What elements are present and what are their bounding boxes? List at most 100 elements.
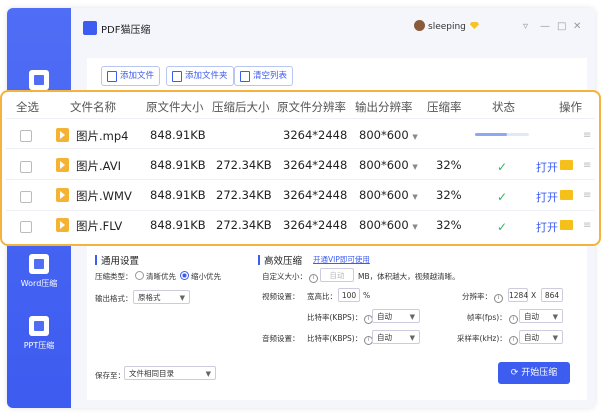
header-ratio: 压缩率 xyxy=(427,100,462,114)
radio-clear-first[interactable]: 清晰优先 xyxy=(135,271,176,282)
folder-icon[interactable] xyxy=(560,160,573,170)
sample-rate-label: 采样率(kHz)： i xyxy=(457,333,520,345)
audio-settings-label: 音频设置： xyxy=(262,334,300,343)
select-all-header[interactable]: 全选 xyxy=(16,99,39,115)
advanced-title-text: 高效压缩 xyxy=(264,256,303,267)
save-to-label: 保存至： xyxy=(95,371,125,380)
row-checkbox[interactable] xyxy=(20,191,32,203)
comp-size: 272.34KB xyxy=(216,218,272,232)
sidebar-item-ppt[interactable]: PPT压缩 xyxy=(7,316,71,351)
sidebar-item-label: Word压缩 xyxy=(20,279,58,288)
row-checkbox[interactable] xyxy=(20,221,32,233)
resolution-width-input[interactable]: 1284 xyxy=(508,288,528,302)
resolution-x: X xyxy=(531,291,537,300)
row-divider xyxy=(6,210,595,211)
drag-handle-icon[interactable]: ≡ xyxy=(583,220,591,231)
folder-icon[interactable] xyxy=(560,190,573,200)
chevron-down-icon: ▼ xyxy=(412,163,418,171)
custom-size-input[interactable]: 自动 xyxy=(320,268,354,282)
add-folder-icon xyxy=(172,71,182,82)
file-name: 图片.WMV xyxy=(76,189,132,203)
select-value: 自动 xyxy=(377,312,392,321)
dropdown-menu-icon[interactable]: ▿ xyxy=(523,21,528,32)
refresh-icon: ⟳ xyxy=(510,368,519,378)
save-to-select[interactable]: 文件相同目录 ▼ xyxy=(124,366,216,380)
section-bar xyxy=(95,255,97,265)
orig-res: 3264*2448 xyxy=(283,128,348,142)
minimize-icon[interactable]: — xyxy=(540,21,550,32)
select-value: 原格式 xyxy=(138,293,161,302)
title-bar: PDF猫压缩 sleeping ▿ — □ ✕ xyxy=(71,8,595,48)
orig-size: 848.91KB xyxy=(150,158,206,172)
out-res-select[interactable]: 800*600 ▼ xyxy=(359,218,418,232)
vip-link[interactable]: 开通VIP即可使用 xyxy=(313,254,370,265)
label-text: 比特率(KBPS)： xyxy=(307,334,363,343)
info-icon[interactable]: i xyxy=(508,315,518,324)
add-folder-button[interactable]: 添加文件夹 xyxy=(166,66,234,86)
drag-handle-icon[interactable]: ≡ xyxy=(583,190,591,201)
app-logo-icon xyxy=(83,21,97,35)
custom-size-hint: MB，体积越大，视频越清晰。 xyxy=(358,272,460,281)
maximize-icon[interactable]: □ xyxy=(557,21,566,32)
radio-selected-icon xyxy=(180,271,189,280)
close-icon[interactable]: ✕ xyxy=(573,21,581,32)
orig-res: 3264*2448 xyxy=(283,218,348,232)
out-res-select[interactable]: 800*600 ▼ xyxy=(359,128,418,142)
info-icon[interactable]: i xyxy=(309,274,318,283)
orig-size: 848.91KB xyxy=(150,188,206,202)
general-settings-title: 通用设置 xyxy=(95,253,139,267)
info-icon[interactable]: i xyxy=(494,294,503,303)
clear-list-button[interactable]: 清空列表 xyxy=(234,66,294,86)
out-res-value: 800*600 xyxy=(359,158,409,172)
ratio: 32% xyxy=(436,188,462,202)
add-file-button[interactable]: 添加文件 xyxy=(101,66,161,86)
bitrate-select[interactable]: 自动 ▼ xyxy=(372,309,420,323)
width-ratio-input[interactable]: 100 xyxy=(338,288,360,302)
open-link[interactable]: 打开 xyxy=(536,219,558,235)
open-link[interactable]: 打开 xyxy=(536,189,558,205)
header-orig-res: 原文件分辨率 xyxy=(277,100,346,114)
open-link[interactable]: 打开 xyxy=(536,159,558,175)
chevron-down-icon: ▼ xyxy=(552,313,558,321)
label-text: 比特率(KBPS)： xyxy=(307,313,363,322)
drag-handle-icon[interactable]: ≡ xyxy=(583,130,591,141)
sample-rate-select[interactable]: 自动 ▼ xyxy=(519,330,563,344)
out-res-value: 800*600 xyxy=(359,128,409,142)
label-text: 分辨率： xyxy=(462,292,492,301)
file-name: 图片.FLV xyxy=(76,219,123,233)
ppt-compress-icon xyxy=(29,316,49,336)
file-name: 图片.mp4 xyxy=(76,129,129,143)
chevron-down-icon: ▼ xyxy=(409,334,415,342)
folder-icon[interactable] xyxy=(560,220,573,230)
user-info[interactable]: sleeping xyxy=(414,20,479,32)
file-name: 图片.AVI xyxy=(76,159,122,173)
chevron-down-icon: ▼ xyxy=(552,334,558,342)
select-value: 自动 xyxy=(377,333,392,342)
start-compress-button[interactable]: ⟳ 开始压缩 xyxy=(498,362,570,384)
bitrate-label: 比特率(KBPS)： i xyxy=(307,312,375,324)
sidebar-item-word[interactable]: Word压缩 xyxy=(7,254,71,289)
audio-bitrate-select[interactable]: 自动 ▼ xyxy=(372,330,420,344)
comp-size: 272.34KB xyxy=(216,158,272,172)
check-icon: ✓ xyxy=(497,220,508,234)
radio-small-first[interactable]: 缩小优先 xyxy=(180,271,221,282)
width-ratio-unit: % xyxy=(363,291,371,300)
width-ratio-label: 宽高比： xyxy=(307,292,337,301)
out-res-select[interactable]: 800*600 ▼ xyxy=(359,158,418,172)
row-checkbox[interactable] xyxy=(20,161,32,173)
video-file-icon xyxy=(56,188,69,202)
radio-icon xyxy=(135,271,144,280)
output-format-select[interactable]: 原格式 ▼ xyxy=(133,290,190,304)
row-divider xyxy=(6,179,595,180)
select-value: 自动 xyxy=(524,312,539,321)
resolution-height-input[interactable]: 864 xyxy=(541,288,563,302)
info-icon[interactable]: i xyxy=(508,336,518,345)
fps-select[interactable]: 自动 ▼ xyxy=(519,309,563,323)
radio-label: 清晰优先 xyxy=(146,272,176,281)
row-checkbox[interactable] xyxy=(20,130,32,142)
progress-bar xyxy=(475,133,529,136)
select-value: 文件相同目录 xyxy=(129,369,174,378)
drag-handle-icon[interactable]: ≡ xyxy=(583,160,591,171)
label-text: 自定义大小： xyxy=(262,272,307,281)
out-res-select[interactable]: 800*600 ▼ xyxy=(359,188,418,202)
